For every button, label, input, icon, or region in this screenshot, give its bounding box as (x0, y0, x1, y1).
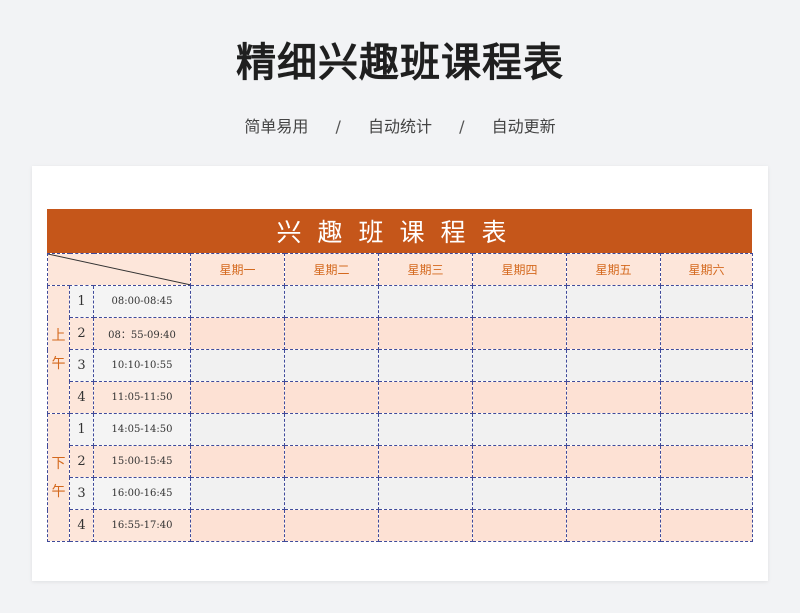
schedule-cell[interactable] (660, 381, 753, 414)
slot-time: 10:10-10:55 (93, 349, 191, 382)
slot-number: 1 (69, 413, 94, 446)
schedule-cell[interactable] (566, 477, 661, 510)
schedule-cell[interactable] (472, 381, 567, 414)
slot-number: 2 (69, 445, 94, 478)
slot-number: 1 (69, 285, 94, 318)
slot-number: 3 (69, 477, 94, 510)
schedule-cell[interactable] (284, 317, 379, 350)
schedule-cell[interactable] (190, 413, 285, 446)
schedule-cell[interactable] (190, 285, 285, 318)
schedule-cell[interactable] (566, 317, 661, 350)
slot-time: 08:00-08:45 (93, 285, 191, 318)
slot-time: 15:00-15:45 (93, 445, 191, 478)
slot-time: 08：55-09:40 (93, 317, 191, 350)
schedule-cell[interactable] (472, 349, 567, 382)
slot-number: 2 (69, 317, 94, 350)
schedule-cell[interactable] (284, 381, 379, 414)
schedule-cell[interactable] (660, 413, 753, 446)
schedule-banner-title: 兴趣班课程表 (47, 209, 752, 253)
schedule-cell[interactable] (472, 317, 567, 350)
tag-auto-stats: 自动统计 (367, 117, 432, 136)
schedule-table: 星期一 星期二 星期三 星期四 星期五 星期六上午 1 08:00-08:45 2 08：55-0… (47, 253, 753, 542)
schedule-cell[interactable] (472, 445, 567, 478)
slot-number: 4 (69, 509, 94, 542)
schedule-cell[interactable] (190, 477, 285, 510)
tag-auto-update: 自动更新 (491, 117, 556, 136)
schedule-cell[interactable] (566, 349, 661, 382)
schedule-cell[interactable] (190, 381, 285, 414)
table-row: 下午 1 14:05-14:50 (47, 413, 753, 542)
corner-diagonal-cell (47, 253, 191, 286)
slot-time: 14:05-14:50 (93, 413, 191, 446)
schedule-cell[interactable] (472, 285, 567, 318)
schedule-cell[interactable] (472, 477, 567, 510)
schedule-cell[interactable] (378, 509, 473, 542)
schedule-cell[interactable] (472, 509, 567, 542)
schedule-cell[interactable] (660, 509, 753, 542)
day-header-1: 星期一 (190, 253, 285, 286)
schedule-cell[interactable] (378, 381, 473, 414)
schedule-cell[interactable] (378, 349, 473, 382)
schedule-cell[interactable] (472, 413, 567, 446)
schedule-cell[interactable] (378, 477, 473, 510)
day-header-4: 星期四 (472, 253, 567, 286)
schedule-cell[interactable] (566, 445, 661, 478)
schedule-cell[interactable] (378, 413, 473, 446)
slot-number: 4 (69, 381, 94, 414)
day-header-6: 星期六 (660, 253, 753, 286)
tag-easy: 简单易用 (244, 117, 309, 136)
schedule-cell[interactable] (284, 509, 379, 542)
table-row: 2 15:00-15:45 (48, 445, 753, 478)
period-char: 下 (51, 455, 66, 472)
header-row: 星期一 星期二 星期三 星期四 星期五 星期六 (47, 253, 753, 286)
period-label-0: 上午 (47, 285, 70, 414)
slot-time: 16:00-16:45 (93, 477, 191, 510)
schedule-cell[interactable] (378, 317, 473, 350)
schedule-cell[interactable] (378, 445, 473, 478)
schedule-cell[interactable] (190, 445, 285, 478)
schedule-cell[interactable] (284, 349, 379, 382)
schedule-cell[interactable] (190, 317, 285, 350)
schedule-cell[interactable] (660, 445, 753, 478)
schedule-cell[interactable] (566, 509, 661, 542)
schedule-cell[interactable] (284, 445, 379, 478)
schedule-cell[interactable] (660, 317, 753, 350)
table-row: 4 16:55-17:40 (48, 509, 753, 542)
schedule-cell[interactable] (566, 381, 661, 414)
schedule-cell[interactable] (284, 285, 379, 318)
table-row: 上午 1 08:00-08:45 (47, 285, 753, 414)
schedule-cell[interactable] (566, 413, 661, 446)
slot-number: 3 (69, 349, 94, 382)
schedule-cell[interactable] (284, 477, 379, 510)
subtitle-tags: 简单易用 / 自动统计 / 自动更新 (0, 113, 800, 137)
schedule-cell[interactable] (190, 349, 285, 382)
diagonal-line (48, 254, 190, 285)
schedule-cell[interactable] (660, 349, 753, 382)
table-row: 4 11:05-11:50 (48, 381, 753, 414)
schedule-cell[interactable] (378, 285, 473, 318)
schedule-cell[interactable] (660, 285, 753, 318)
period-char: 上 (51, 327, 66, 344)
schedule-cell[interactable] (190, 509, 285, 542)
table-row: 3 10:10-10:55 (48, 349, 753, 382)
schedule-cell[interactable] (284, 413, 379, 446)
schedule-cell[interactable] (566, 285, 661, 318)
table-row: 2 08：55-09:40 (48, 317, 753, 350)
day-header-5: 星期五 (566, 253, 661, 286)
period-char: 午 (51, 483, 66, 500)
schedule-cell[interactable] (660, 477, 753, 510)
slot-time: 11:05-11:50 (93, 381, 191, 414)
tag-separator: / (335, 117, 341, 136)
table-row: 3 16:00-16:45 (48, 477, 753, 510)
day-header-2: 星期二 (284, 253, 379, 286)
period-char: 午 (51, 355, 66, 372)
page-title: 精细兴趣班课程表 (236, 40, 564, 86)
period-label-1: 下午 (47, 413, 70, 542)
day-header-3: 星期三 (378, 253, 473, 286)
slot-time: 16:55-17:40 (93, 509, 191, 542)
tag-separator: / (459, 117, 465, 136)
